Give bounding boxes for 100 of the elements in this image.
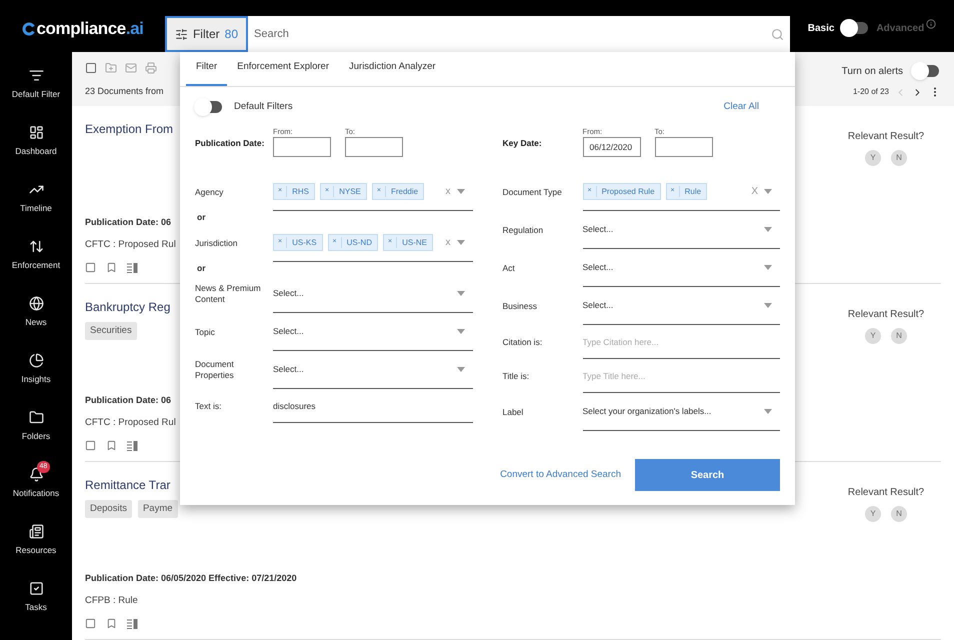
field-label: Regulation	[502, 224, 544, 236]
checkbox-icon[interactable]	[85, 262, 96, 273]
basic-label: Basic	[808, 22, 834, 36]
checkbox-icon[interactable]	[85, 618, 96, 629]
sidebar-item[interactable]: Dashboard	[0, 113, 72, 170]
field-label: Label	[502, 406, 524, 418]
publication-date: Publication Date: 06/05/2020 Effective: 07/21/2020	[85, 572, 297, 586]
list-view-icon[interactable]	[127, 618, 138, 628]
sidebar-item[interactable]: News	[0, 284, 72, 341]
sidebar-item[interactable]: Default Filter	[0, 56, 72, 113]
caret-icon	[764, 227, 772, 232]
bookmark-icon[interactable]	[106, 440, 117, 451]
checkbox-icon[interactable]	[85, 62, 97, 74]
relevance-question: Relevant Result?	[848, 308, 924, 322]
mode-toggle[interactable]	[840, 19, 870, 37]
sidebar-item[interactable]: Timeline	[0, 170, 72, 227]
date-input[interactable]	[654, 137, 712, 157]
sidebar-item[interactable]: Resources	[0, 512, 72, 569]
alerts-toggle[interactable]	[911, 62, 941, 80]
field-label: Title is:	[502, 370, 530, 382]
field-label: Topic	[195, 326, 216, 338]
caret-icon	[456, 240, 464, 245]
caret-icon	[456, 189, 464, 194]
caret-icon	[764, 189, 772, 194]
relevance-button[interactable]: Y	[865, 150, 881, 166]
relevance-button[interactable]: N	[891, 150, 907, 166]
field-label: Jurisdiction	[195, 236, 239, 250]
text-field[interactable]: disclosures	[273, 389, 472, 423]
field-label: Key Date:	[502, 137, 543, 150]
list-view-icon[interactable]	[127, 262, 138, 272]
checkbox-icon[interactable]	[85, 440, 96, 451]
logo-icon	[22, 22, 36, 36]
panel-tab[interactable]: Enforcement Explorer	[227, 51, 339, 86]
select-field[interactable]: Select...	[273, 313, 472, 351]
caret-icon	[764, 303, 772, 308]
list-view-icon[interactable]	[127, 440, 138, 450]
publication-date: Publication Date: 06	[85, 216, 172, 230]
convert-advanced-link[interactable]: Convert to Advanced Search	[500, 468, 621, 482]
date-input[interactable]	[273, 137, 331, 157]
select-field[interactable]: Select...	[582, 211, 780, 249]
pagination-text: 1-20 of 23	[852, 86, 889, 98]
relevance-button[interactable]: Y	[865, 506, 881, 522]
text-field[interactable]: Type Citation here...	[582, 325, 780, 359]
caret-icon	[456, 291, 464, 296]
field-label: Agency	[195, 186, 224, 198]
checkbox-icon	[28, 581, 44, 596]
document-source: CFTC : Proposed Rul	[85, 238, 176, 252]
sidebar-item[interactable]: Insights	[0, 341, 72, 398]
text-field[interactable]: Type Title here...	[582, 359, 780, 393]
search-button[interactable]: Search	[635, 459, 780, 491]
default-filters-toggle[interactable]	[194, 98, 224, 116]
topic-tag[interactable]: Deposits	[85, 500, 132, 518]
select-field[interactable]: Select your organization's labels...	[582, 393, 780, 431]
publication-date: Publication Date: 06	[85, 394, 172, 408]
document-title[interactable]: Exemption From	[85, 120, 174, 138]
field-label: Document Type	[502, 186, 563, 198]
document-title[interactable]: Bankruptcy Reg	[85, 298, 170, 316]
field-label: Citation is:	[502, 336, 544, 348]
logo-text: compliance.ai	[36, 18, 144, 40]
panel-tab[interactable]: Jurisdiction Analyzer	[339, 51, 446, 86]
caret-icon	[456, 329, 464, 334]
filter-button[interactable]: Filter 80	[165, 16, 248, 52]
select-field[interactable]: Select...	[273, 351, 472, 389]
date-input[interactable]: 06/12/2020	[582, 137, 640, 157]
arrows-icon	[28, 239, 44, 254]
relevance-question: Relevant Result?	[848, 486, 924, 500]
dashboard-icon	[28, 125, 44, 140]
caret-icon	[764, 265, 772, 270]
topic-tag[interactable]: Securities	[85, 322, 137, 340]
advanced-label: Advanced	[876, 22, 924, 36]
field-label: Publication Date:	[195, 137, 266, 150]
bookmark-icon[interactable]	[106, 262, 117, 273]
sliders-icon	[175, 28, 188, 40]
sidebar-item[interactable]: Enforcement	[0, 227, 72, 284]
document-source: CFPB : Rule	[85, 594, 138, 608]
field-label: Document Properties	[195, 359, 235, 381]
pie-chart-icon	[28, 353, 44, 368]
select-field[interactable]: Select...	[582, 249, 780, 287]
or-label: or	[196, 262, 206, 275]
select-field[interactable]: Select...	[582, 287, 780, 325]
relevance-button[interactable]: Y	[865, 328, 881, 344]
caret-icon	[456, 367, 464, 372]
relevance-question: Relevant Result?	[848, 130, 924, 144]
relevance-button[interactable]: N	[891, 506, 907, 522]
filter-icon	[28, 68, 44, 84]
clear-all-link[interactable]: Clear All	[724, 100, 759, 114]
sidebar-item[interactable]: Folders	[0, 398, 72, 455]
or-label: or	[196, 211, 206, 224]
sidebar-item[interactable]: Tasks	[0, 569, 72, 626]
panel-tab[interactable]: Filter	[186, 51, 228, 86]
select-field[interactable]: Select...	[273, 275, 472, 313]
bookmark-icon[interactable]	[106, 618, 117, 629]
relevance-button[interactable]: N	[891, 328, 907, 344]
results-summary: 23 Documents from	[85, 84, 164, 98]
info-icon	[926, 19, 936, 29]
document-title[interactable]: Remittance Trar	[85, 476, 170, 494]
date-input[interactable]	[345, 137, 403, 157]
globe-icon	[28, 296, 44, 312]
topic-tag[interactable]: Payme	[138, 500, 178, 518]
field-label: Act	[502, 262, 516, 274]
